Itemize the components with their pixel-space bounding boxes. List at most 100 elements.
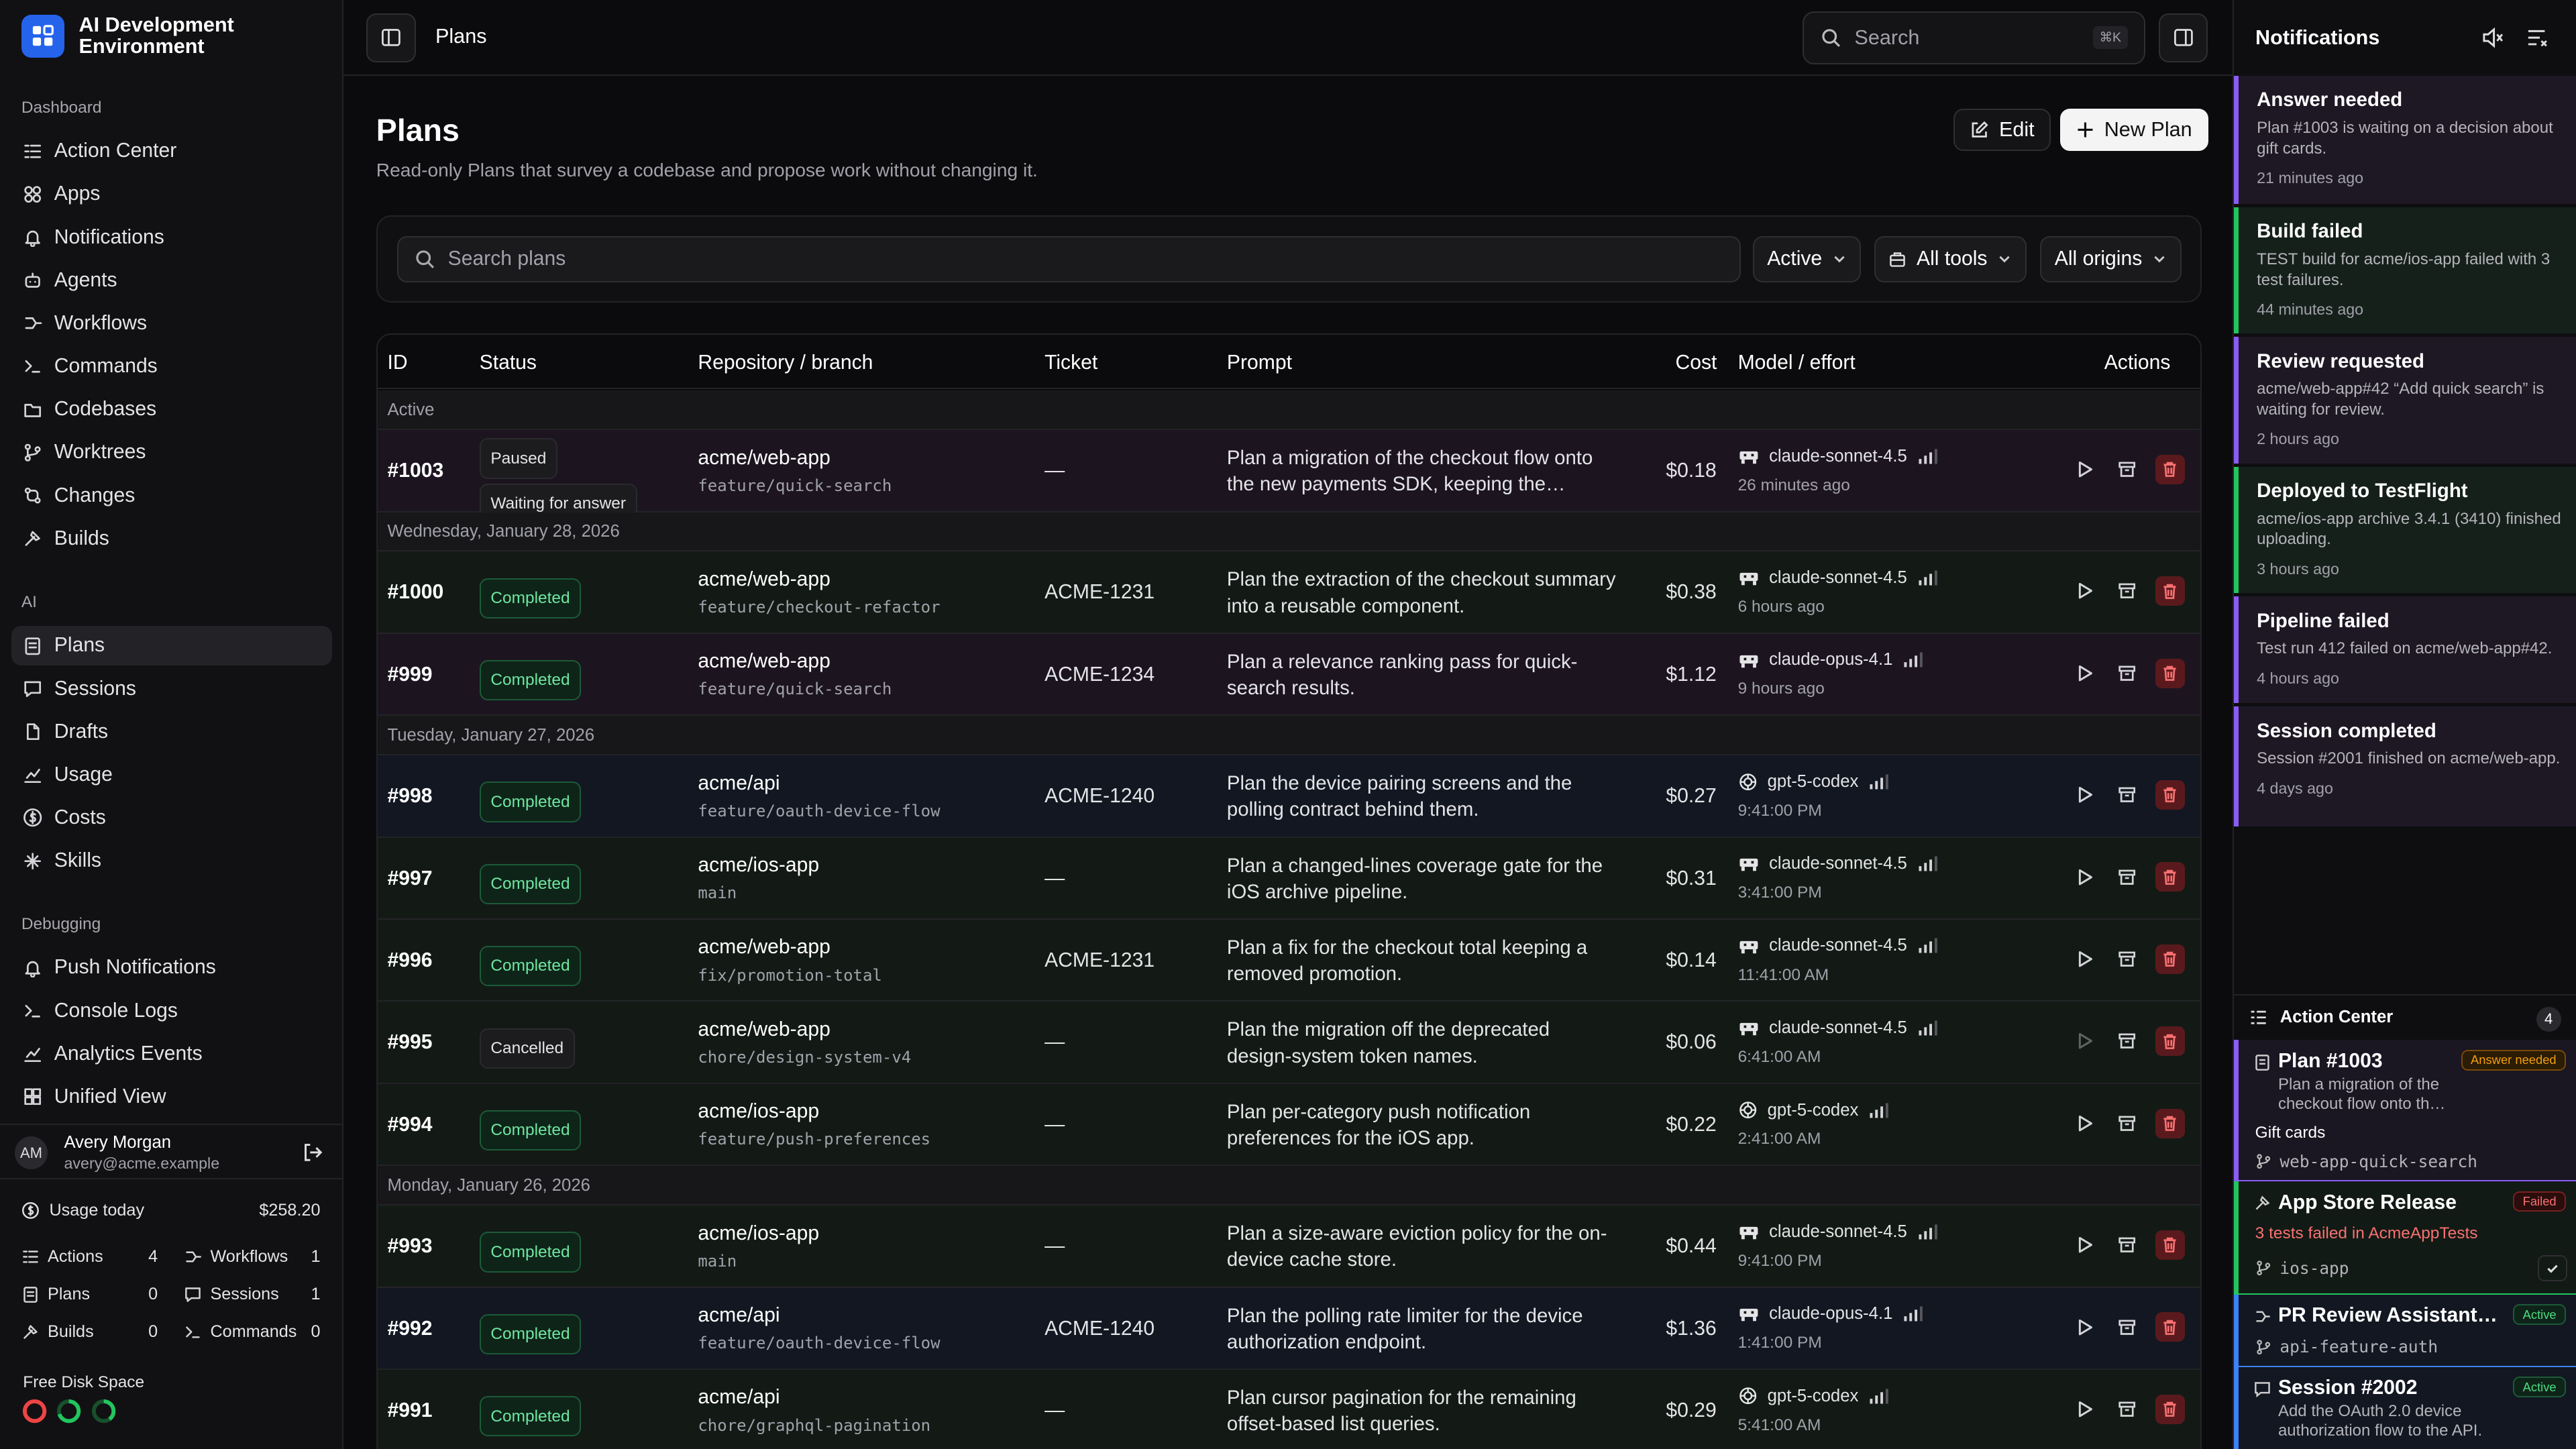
archive-button[interactable] [2112,945,2142,974]
tools-filter-dropdown[interactable]: All tools [1874,236,2027,282]
table-row[interactable]: #1003 Paused Waiting for answer acme/web-ap… [377,430,2200,525]
notification-item[interactable]: Session completed Session #2001 finished … [2234,706,2576,826]
table-row[interactable]: #997 Completed acme/ios-app main — Plan a cha… [377,837,2200,920]
notification-item[interactable]: Deployed to TestFlight acme/ios-app archi… [2234,466,2576,594]
logout-icon[interactable] [303,1142,324,1163]
notification-item[interactable]: Answer needed Plan #1003 is waiting on a … [2234,75,2576,204]
delete-button[interactable] [2155,1312,2185,1342]
plan-id[interactable]: #997 [387,867,432,890]
sidebar-item-drafts[interactable]: Drafts [11,712,332,751]
plan-id[interactable]: #996 [387,949,432,972]
sidebar-item-analytics-events[interactable]: Analytics Events [11,1034,332,1073]
ticket[interactable]: — [1044,1235,1065,1258]
toggle-sidebar-button[interactable] [366,13,416,63]
archive-button[interactable] [2112,1026,2142,1056]
plan-id[interactable]: #991 [387,1399,432,1422]
notification-item[interactable]: Build failed TEST build for acme/ios-app … [2234,207,2576,334]
sidebar-item-apps[interactable]: Apps [11,174,332,214]
sidebar-item-notifications[interactable]: Notifications [11,217,332,257]
plan-id[interactable]: #994 [387,1114,432,1136]
edit-button[interactable]: Edit [1953,108,2051,152]
sidebar-item-console-logs[interactable]: Console Logs [11,991,332,1030]
archive-button[interactable] [2112,659,2142,688]
ticket[interactable]: — [1044,1031,1065,1054]
action-center-header[interactable]: Action Center 4 [2234,994,2576,1040]
plan-id[interactable]: #999 [387,663,432,686]
sidebar-item-agents[interactable]: Agents [11,260,332,300]
breadcrumb[interactable]: Plans [435,25,487,48]
run-button[interactable] [2070,1230,2099,1260]
action-card-app-store-release[interactable]: App Store Release Failed 3 tests failed … [2234,1181,2576,1295]
ticket[interactable]: — [1044,867,1065,890]
sidebar-item-commands[interactable]: Commands [11,347,332,386]
status-filter-dropdown[interactable]: Active [1752,236,1862,282]
sidebar-item-action-center[interactable]: Action Center [11,131,332,171]
ticket[interactable]: ACME-1240 [1044,785,1155,808]
action-card-pr-review[interactable]: PR Review Assistant #4… Active api-featu… [2234,1294,2576,1367]
delete-button[interactable] [2155,1108,2185,1138]
table-row[interactable]: #991 Completed acme/api chore/graphql-pagin… [377,1369,2200,1449]
table-row[interactable]: #998 Completed acme/api feature/oauth-devic… [377,755,2200,838]
sidebar-item-changes[interactable]: Changes [11,476,332,515]
archive-button[interactable] [2112,1395,2142,1424]
run-button[interactable] [2070,1312,2099,1342]
run-button[interactable] [2070,780,2099,810]
sidebar-item-builds[interactable]: Builds [11,519,332,558]
notification-item[interactable]: Pipeline failed Test run 412 failed on ac… [2234,596,2576,704]
delete-button[interactable] [2155,1026,2185,1057]
run-button[interactable] [2070,1109,2099,1138]
archive-button[interactable] [2112,862,2142,892]
ticket[interactable]: — [1044,1114,1065,1136]
plan-id[interactable]: #1000 [387,581,443,604]
col-id[interactable]: ID [387,352,407,374]
plan-id[interactable]: #1003 [387,460,443,482]
col-status[interactable]: Status [480,352,537,374]
approve-button[interactable] [2537,1255,2567,1282]
sidebar-item-push-notifications[interactable]: Push Notifications [11,948,332,987]
table-row[interactable]: #992 Completed acme/api feature/oauth-devic… [377,1287,2200,1370]
delete-button[interactable] [2155,454,2185,484]
delete-button[interactable] [2155,780,2185,810]
brand[interactable]: AI Development Environment [21,14,292,58]
archive-button[interactable] [2112,576,2142,606]
clear-all-icon[interactable] [2525,26,2548,49]
new-plan-button[interactable]: New Plan [2060,108,2208,152]
sidebar-item-skills[interactable]: Skills [11,841,332,881]
delete-button[interactable] [2155,658,2185,688]
col-prompt[interactable]: Prompt [1227,352,1292,374]
plan-id[interactable]: #992 [387,1318,432,1340]
ticket[interactable]: ACME-1240 [1044,1318,1155,1340]
plan-id[interactable]: #993 [387,1235,432,1258]
run-button[interactable] [2070,1395,2099,1424]
ticket[interactable]: — [1044,1399,1065,1422]
table-row[interactable]: #999 Completed acme/web-app feature/quick-s… [377,633,2200,716]
plan-id[interactable]: #998 [387,785,432,808]
sidebar-item-plans[interactable]: Plans [11,626,332,665]
ticket[interactable]: ACME-1234 [1044,663,1155,686]
col-ticket[interactable]: Ticket [1044,352,1097,374]
table-row[interactable]: #994 Completed acme/ios-app feature/push-pr… [377,1083,2200,1167]
ticket[interactable]: ACME-1231 [1044,949,1155,972]
sidebar-item-workflows[interactable]: Workflows [11,304,332,343]
table-row[interactable]: #993 Completed acme/ios-app main — Plan a siz… [377,1205,2200,1288]
delete-button[interactable] [2155,1394,2185,1424]
delete-button[interactable] [2155,576,2185,606]
archive-button[interactable] [2112,1312,2142,1342]
run-button[interactable] [2070,945,2099,974]
user-card[interactable]: AM Avery Morgan avery@acme.example [0,1124,343,1180]
delete-button[interactable] [2155,1230,2185,1260]
notification-item[interactable]: Review requested acme/web-app#42 “Add qui… [2234,337,2576,464]
origins-filter-dropdown[interactable]: All origins [2040,236,2182,282]
archive-button[interactable] [2112,1109,2142,1138]
plan-id[interactable]: #995 [387,1031,432,1054]
delete-button[interactable] [2155,944,2185,974]
table-row[interactable]: #995 Cancelled acme/web-app chore/design-sy… [377,1002,2200,1084]
global-search-input[interactable]: Search ⌘K [1802,11,2146,64]
col-model[interactable]: Model / effort [1738,352,1856,374]
col-cost[interactable]: Cost [1676,352,1717,374]
sidebar-item-costs[interactable]: Costs [11,798,332,838]
archive-button[interactable] [2112,455,2142,484]
sidebar-item-usage[interactable]: Usage [11,755,332,795]
run-button[interactable] [2070,576,2099,606]
table-row[interactable]: #1000 Completed acme/web-app feature/checko… [377,551,2200,634]
